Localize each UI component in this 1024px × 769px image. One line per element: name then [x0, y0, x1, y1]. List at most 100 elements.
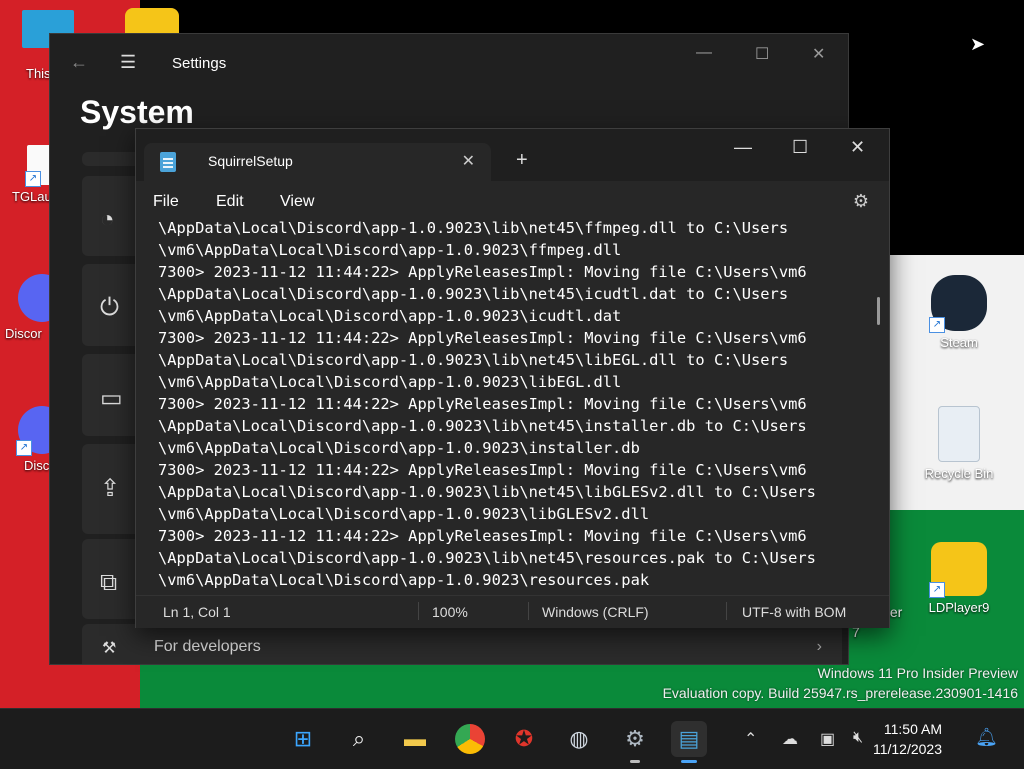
desktop-icon-label: LDPlayer9 [928, 600, 990, 615]
network-icon[interactable]: ▣ [820, 729, 835, 749]
gear-icon[interactable]: ⚙ [853, 191, 869, 212]
tab-close-icon[interactable]: ✕ [462, 151, 475, 171]
desktop-icon-label: Recycle Bin [924, 466, 994, 481]
notepad-menubar: File Edit View ⚙ [136, 181, 889, 221]
app-icon [125, 8, 179, 36]
mouse-cursor-icon: ➤ [970, 34, 986, 54]
close-icon[interactable]: ✕ [812, 44, 825, 64]
settings-card-power[interactable]: ⏻ [82, 264, 142, 346]
notepad-text-area[interactable]: \AppData\Local\Discord\app-1.0.9023\lib\… [158, 217, 868, 589]
chevron-right-icon: › [816, 638, 822, 655]
steam-icon: ↗ [929, 275, 987, 333]
chevron-up-icon[interactable]: ⌃ [744, 729, 757, 749]
text-line: 7300> 2023-11-12 11:44:22> ApplyReleases… [158, 263, 807, 281]
text-line: \AppData\Local\Discord\app-1.0.9023\lib\… [158, 219, 789, 237]
desktop-icon-label: Steam [940, 335, 978, 350]
settings-card-storage[interactable]: ▭ [82, 354, 142, 436]
search-icon[interactable]: ⌕ [341, 721, 377, 757]
settings-titlebar: ← ☰ Settings — ☐ ✕ [50, 34, 848, 94]
tab-title: SquirrelSetup [208, 153, 293, 169]
notepad-icon[interactable]: ▤ [671, 721, 707, 763]
power-icon: ⏻ [100, 294, 119, 321]
status-encoding: UTF-8 with BOM [742, 604, 847, 620]
notepad-window: SquirrelSetup ✕ + — ☐ ✕ File Edit View ⚙… [135, 128, 890, 628]
notification-bell-icon[interactable]: 🔔︎ [975, 727, 998, 748]
desktop-icon-recycle-bin[interactable]: Recycle Bin [919, 406, 999, 481]
active-indicator [681, 760, 697, 763]
settings-item-for-developers[interactable]: ⚒ For developers › [82, 624, 842, 664]
minimize-icon[interactable]: — [696, 44, 712, 62]
desktop-icon-ldplayer[interactable]: ↗ LDPlayer9 [919, 542, 999, 615]
chrome-icon[interactable] [452, 721, 488, 757]
status-divider [418, 602, 419, 620]
back-arrow-icon[interactable]: ← [70, 52, 88, 73]
settings-card-top[interactable] [82, 152, 142, 166]
close-icon[interactable]: ✕ [850, 137, 865, 158]
status-divider [726, 602, 727, 620]
settings-item-label: For developers [154, 638, 261, 655]
hamburger-menu-icon[interactable]: ☰ [120, 52, 136, 73]
maximize-icon[interactable]: ☐ [755, 44, 769, 64]
storage-icon: ▭ [100, 385, 123, 412]
watermark-line1: Windows 11 Pro Insider Preview [817, 665, 1018, 681]
notepad-file-icon [160, 152, 176, 172]
text-line: \vm6\AppData\Local\Discord\app-1.0.9023\… [158, 571, 650, 589]
share-icon: ⇪ [100, 475, 121, 502]
multitasking-icon: ⧉ [100, 569, 118, 596]
shortcut-arrow-icon: ↗ [16, 440, 32, 456]
clock-date: 11/12/2023 [872, 741, 942, 757]
shortcut-arrow-icon: ↗ [25, 171, 41, 187]
text-line: \AppData\Local\Discord\app-1.0.9023\lib\… [158, 549, 816, 567]
desktop-icon-steam[interactable]: ↗ Steam [919, 275, 999, 350]
text-line: 7300> 2023-11-12 11:44:22> ApplyReleases… [158, 329, 807, 347]
clock-time: 11:50 AM [883, 721, 942, 737]
steam-icon[interactable]: ◍ [561, 721, 597, 757]
app-red-icon[interactable]: ✪ [506, 721, 542, 757]
new-tab-icon[interactable]: + [516, 149, 528, 172]
minimize-icon[interactable]: — [734, 137, 752, 158]
text-line: 7300> 2023-11-12 11:44:22> ApplyReleases… [158, 527, 807, 545]
tab-squirrelsetup[interactable]: SquirrelSetup ✕ [144, 143, 491, 181]
settings-card-multitasking[interactable]: ⧉ [82, 539, 142, 619]
notepad-tabbar: SquirrelSetup ✕ + — ☐ ✕ [136, 129, 889, 181]
text-line: \vm6\AppData\Local\Discord\app-1.0.9023\… [158, 505, 650, 523]
taskbar-clock[interactable]: 11:50 AM 11/12/2023 [873, 719, 942, 759]
page-title: System [80, 94, 194, 130]
text-line: \vm6\AppData\Local\Discord\app-1.0.9023\… [158, 373, 622, 391]
taskbar: ⊞ ⌕ ▬ ✪ ◍ ⚙ ▤ ⌃ ☁ ▣ 🔇︎ 11:50 AM 11/12/20… [0, 708, 1024, 769]
text-line: \AppData\Local\Discord\app-1.0.9023\lib\… [158, 417, 807, 435]
text-line: \vm6\AppData\Local\Discord\app-1.0.9023\… [158, 307, 622, 325]
scrollbar-thumb[interactable] [877, 297, 880, 325]
start-button-icon[interactable]: ⊞ [285, 721, 321, 757]
maximize-icon[interactable]: ☐ [792, 137, 808, 158]
text-line: \AppData\Local\Discord\app-1.0.9023\lib\… [158, 285, 789, 303]
ldplayer-icon: ↗ [929, 542, 987, 598]
text-line: 7300> 2023-11-12 11:44:22> ApplyReleases… [158, 395, 807, 413]
status-divider [528, 602, 529, 620]
volume-muted-icon[interactable]: 🔇︎ [853, 729, 863, 747]
text-line: \vm6\AppData\Local\Discord\app-1.0.9023\… [158, 241, 622, 259]
shortcut-arrow-icon: ↗ [929, 582, 945, 598]
shortcut-arrow-icon: ↗ [929, 317, 945, 333]
network-disconnected-icon[interactable]: ☁ [782, 729, 798, 749]
file-explorer-icon[interactable]: ▬ [397, 721, 433, 757]
running-indicator [630, 760, 640, 763]
text-line: \AppData\Local\Discord\app-1.0.9023\lib\… [158, 483, 816, 501]
settings-gear-icon[interactable]: ⚙ [617, 721, 653, 763]
menu-edit[interactable]: Edit [216, 193, 244, 211]
status-line-ending: Windows (CRLF) [542, 604, 649, 620]
text-line: 7300> 2023-11-12 11:44:22> ApplyReleases… [158, 461, 807, 479]
settings-title: Settings [172, 55, 227, 72]
watermark-line2: Evaluation copy. Build 25947.rs_prerelea… [662, 685, 1018, 701]
text-line: \AppData\Local\Discord\app-1.0.9023\lib\… [158, 351, 789, 369]
settings-card-share[interactable]: ⇪ [82, 444, 142, 534]
status-cursor-position: Ln 1, Col 1 [163, 604, 231, 620]
recycle-bin-icon [938, 406, 980, 462]
status-zoom: 100% [432, 604, 468, 620]
text-line: \vm6\AppData\Local\Discord\app-1.0.9023\… [158, 439, 640, 457]
settings-card-energy[interactable]: ◔ [82, 176, 142, 256]
notepad-statusbar: Ln 1, Col 1 100% Windows (CRLF) UTF-8 wi… [136, 595, 889, 628]
menu-view[interactable]: View [280, 193, 314, 211]
menu-file[interactable]: File [153, 193, 179, 211]
energy-icon: ◔ [100, 206, 115, 233]
